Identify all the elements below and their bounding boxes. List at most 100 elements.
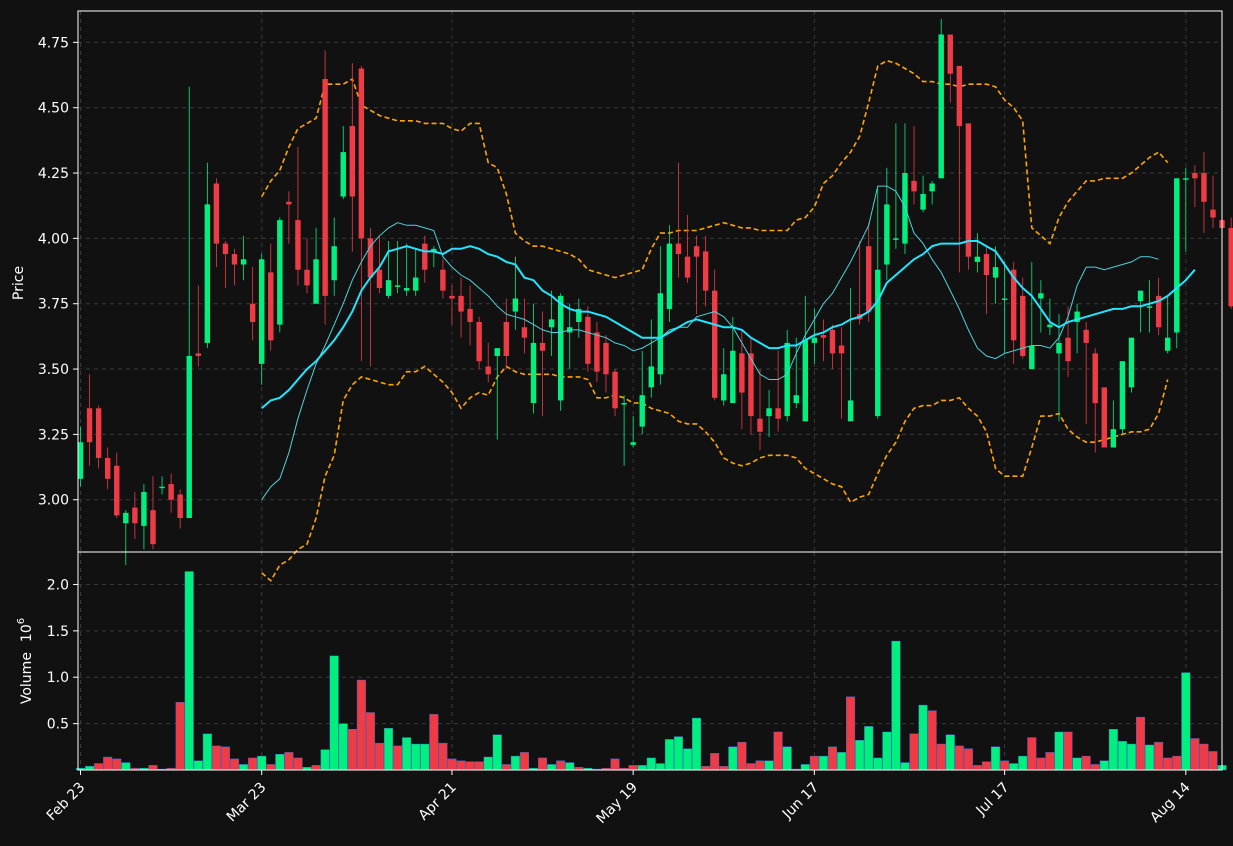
candle-body xyxy=(1065,337,1071,362)
volume-bar xyxy=(1208,751,1218,771)
volume-bar xyxy=(565,762,575,771)
candle-body xyxy=(847,400,854,422)
candle-body xyxy=(557,295,564,401)
volume-bar xyxy=(193,760,203,771)
candle-body xyxy=(449,295,455,299)
volume-bar xyxy=(465,761,475,771)
volume-bar xyxy=(1145,744,1155,771)
candle-body xyxy=(1001,298,1008,300)
price-ytick-label: 3.00 xyxy=(38,493,69,509)
candle-body xyxy=(204,204,211,343)
volume-bar xyxy=(746,763,756,771)
volume-bar xyxy=(1018,755,1028,771)
volume-bar xyxy=(556,760,566,771)
candle-body xyxy=(1210,209,1216,218)
candle-body xyxy=(1137,290,1144,302)
candle-body xyxy=(1101,387,1107,448)
candle-body xyxy=(1146,306,1153,308)
candle-body xyxy=(77,442,84,479)
candle-body xyxy=(104,457,111,479)
candle-body xyxy=(838,345,845,354)
volume-bar xyxy=(710,753,720,771)
candle-body xyxy=(512,298,519,312)
volume-ytick-label: 2.0 xyxy=(47,577,69,593)
candle-body xyxy=(132,507,138,524)
volume-bar xyxy=(411,743,421,771)
volume-bar xyxy=(1126,743,1136,771)
volume-bar xyxy=(365,712,375,771)
candle-body xyxy=(1092,353,1098,404)
price-axis-label: Price xyxy=(11,266,27,300)
candle-body xyxy=(485,366,491,375)
volume-bar xyxy=(991,746,1001,771)
volume-bar xyxy=(148,765,158,771)
candle-body xyxy=(784,342,790,417)
price-ytick-label: 3.75 xyxy=(38,297,69,313)
volume-bar xyxy=(728,746,738,771)
candle-body xyxy=(1083,329,1089,343)
volume-bar xyxy=(1009,763,1019,771)
candle xyxy=(557,293,564,411)
candle-body xyxy=(1183,178,1189,180)
volume-bar xyxy=(963,748,973,771)
candle-body xyxy=(259,259,265,364)
volume-bar xyxy=(683,748,693,771)
candle-body xyxy=(186,355,192,519)
candle-body xyxy=(1228,227,1233,307)
candle-body xyxy=(992,267,999,278)
candle-body xyxy=(884,204,890,265)
candle-body xyxy=(639,395,645,427)
candle-body xyxy=(385,280,392,296)
candle-body xyxy=(503,322,510,356)
candle-body xyxy=(1201,173,1207,202)
volume-bar xyxy=(773,731,783,771)
candle-body xyxy=(403,288,410,291)
candle-body xyxy=(702,251,709,291)
volume-bar xyxy=(818,755,828,771)
volume-bar xyxy=(954,745,964,771)
candle xyxy=(1128,337,1135,393)
candle-body xyxy=(313,259,319,304)
candle-body xyxy=(938,34,944,179)
volume-bar xyxy=(1136,716,1146,771)
volume-bar xyxy=(655,763,665,771)
candle-body xyxy=(829,329,836,354)
candle-body xyxy=(277,220,283,325)
candle-body xyxy=(766,408,772,417)
candle-body xyxy=(893,238,899,240)
volume-bar xyxy=(547,764,557,771)
volume-bar xyxy=(873,757,883,771)
volume-bar xyxy=(927,710,937,771)
volume-bar xyxy=(1099,760,1109,771)
candle-body xyxy=(141,491,147,526)
candle-body xyxy=(739,353,745,393)
volume-bar xyxy=(438,742,448,771)
volume-bar xyxy=(311,765,321,771)
volume-bar xyxy=(384,728,394,771)
candle-body xyxy=(983,254,990,275)
volume-bar xyxy=(1045,752,1055,771)
volume-bar xyxy=(284,752,294,771)
volume-bar xyxy=(891,640,901,771)
candle-body xyxy=(621,403,627,405)
volume-bar xyxy=(719,766,729,771)
candle-body xyxy=(1119,361,1126,430)
candle-body xyxy=(630,442,636,445)
volume-bar xyxy=(1036,757,1046,771)
volume-bar xyxy=(1027,737,1037,771)
candle-body xyxy=(721,374,727,401)
volume-bar xyxy=(809,755,819,771)
volume-bar xyxy=(447,758,457,771)
candle xyxy=(476,316,482,370)
volume-ytick-label: 1.5 xyxy=(47,624,69,640)
volume-bar xyxy=(202,733,212,771)
volume-bar xyxy=(945,734,955,771)
candle xyxy=(1119,361,1126,435)
volume-bar xyxy=(474,761,484,771)
volume-bar xyxy=(1000,760,1010,771)
candle-body xyxy=(757,418,763,432)
volume-ytick-label: 0.5 xyxy=(47,717,69,733)
volume-bar xyxy=(982,761,992,771)
candle-body xyxy=(793,395,799,404)
volume-bar xyxy=(918,704,928,771)
